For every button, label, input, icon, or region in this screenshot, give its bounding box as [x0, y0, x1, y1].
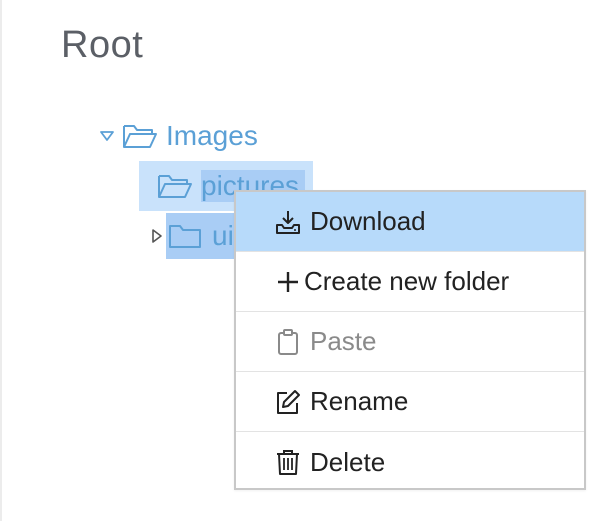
menu-item-label: Delete — [310, 446, 386, 477]
tree-node-ui[interactable]: ui — [148, 213, 234, 259]
clipboard-icon — [278, 328, 298, 355]
tree-node-label: Images — [166, 120, 258, 151]
folder-open-icon — [123, 125, 157, 148]
menu-item-create-folder[interactable]: Create new folder — [236, 252, 584, 312]
menu-item-label: Download — [310, 206, 426, 236]
caret-right-icon[interactable] — [148, 227, 166, 245]
tree-node-ui-highlight: ui — [166, 213, 234, 259]
menu-item-label: Paste — [310, 326, 377, 356]
menu-item-delete[interactable]: Delete — [236, 432, 584, 492]
plus-icon — [278, 271, 298, 292]
trash-icon — [277, 450, 299, 475]
menu-item-label: Rename — [310, 386, 409, 416]
menu-item-rename[interactable]: Rename — [236, 372, 584, 432]
download-icon — [276, 210, 300, 234]
menu-item-label: Create new folder — [304, 266, 510, 296]
edit-icon — [277, 389, 300, 414]
menu-item-download[interactable]: Download — [236, 192, 584, 252]
page-title: Root — [61, 24, 144, 66]
tree-node-label: ui — [212, 220, 234, 251]
tree-node-images[interactable]: Images — [98, 116, 258, 156]
folder-icon — [169, 225, 201, 248]
caret-down-icon[interactable] — [98, 127, 116, 145]
context-menu: Download Create new folder Paste Rename — [234, 190, 586, 490]
folder-open-icon — [158, 175, 192, 198]
file-tree-panel: Root Images pictures ui Download Create … — [0, 0, 610, 521]
menu-item-paste[interactable]: Paste — [236, 312, 584, 372]
